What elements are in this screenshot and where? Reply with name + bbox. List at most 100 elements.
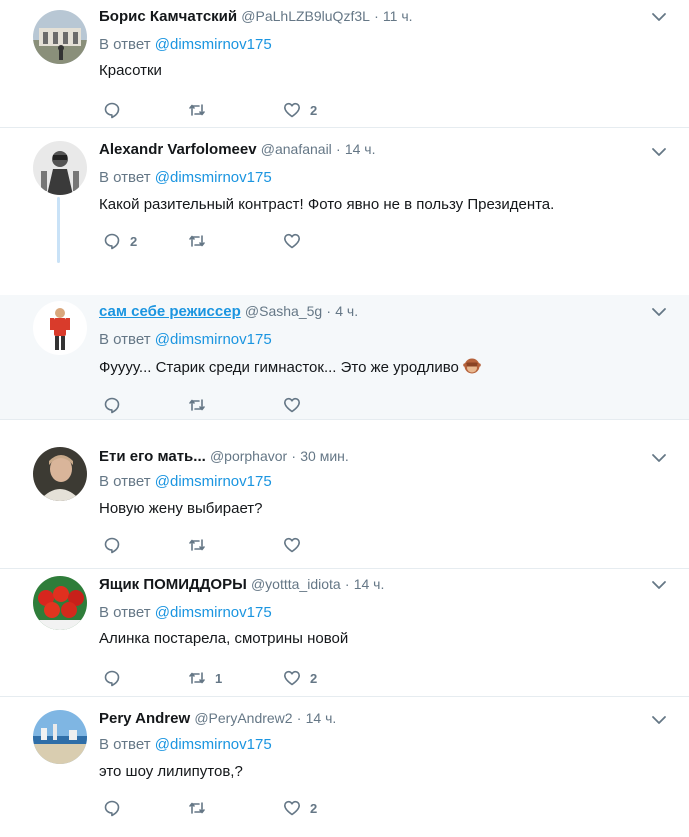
tweet-text: Какой разительный контраст! Фото явно не… <box>99 196 555 213</box>
separator: · <box>335 141 341 157</box>
reply-context: В ответ @dimsmirnov175 <box>99 473 272 490</box>
timestamp[interactable]: 14 ч. <box>306 710 337 726</box>
author-name[interactable]: Pery Andrew <box>99 710 190 727</box>
timestamp[interactable]: 11 ч. <box>383 8 413 24</box>
retweet-button[interactable] <box>188 395 215 415</box>
see-no-evil-monkey-icon <box>463 358 481 374</box>
chevron-down-icon[interactable] <box>650 713 668 727</box>
author-handle[interactable]: @PeryAndrew2 <box>194 710 292 726</box>
separator: · <box>291 448 297 464</box>
tweet-header: Ящик ПОМИДДОРЫ @yottta_idiota · 14 ч. <box>99 576 384 593</box>
reply-to-prefix: В ответ <box>99 736 155 753</box>
timestamp[interactable]: 30 мин. <box>300 448 349 464</box>
reply-button[interactable] <box>103 535 130 555</box>
author-handle[interactable]: @porphavor <box>210 448 287 464</box>
chevron-down-icon[interactable] <box>650 145 668 159</box>
retweet-button[interactable]: 1 <box>188 668 222 688</box>
reply-button[interactable] <box>103 100 130 120</box>
reply-button[interactable] <box>103 668 130 688</box>
like-button[interactable] <box>283 231 310 251</box>
tweet[interactable]: Alexandr Varfolomeev @anafanail · 14 ч. … <box>0 127 689 296</box>
avatar[interactable] <box>33 447 87 501</box>
reply-icon <box>104 670 120 687</box>
tweet-actions: 2 <box>103 798 403 818</box>
heart-icon <box>284 102 300 118</box>
tweet[interactable]: Борис Камчатский @PaLhLZB9luQzf3L · 11 ч… <box>0 0 689 128</box>
reply-to-prefix: В ответ <box>99 473 155 490</box>
timestamp[interactable]: 14 ч. <box>354 576 385 592</box>
author-handle[interactable]: @yottta_idiota <box>251 576 341 592</box>
reply-icon <box>104 397 120 414</box>
tweet-actions <box>103 395 403 415</box>
author-name[interactable]: Alexandr Varfolomeev <box>99 141 257 158</box>
author-name[interactable]: Ящик ПОМИДДОРЫ <box>99 576 247 593</box>
mention-link[interactable]: @dimsmirnov175 <box>155 36 272 53</box>
reply-context: В ответ @dimsmirnov175 <box>99 331 272 348</box>
retweet-button[interactable] <box>188 798 215 818</box>
chevron-down-icon[interactable] <box>650 305 668 319</box>
timestamp[interactable]: 4 ч. <box>335 303 358 319</box>
separator: · <box>344 576 350 592</box>
chevron-down-icon[interactable] <box>650 578 668 592</box>
like-button[interactable]: 2 <box>283 668 317 688</box>
reply-icon <box>104 800 120 817</box>
reply-context: В ответ @dimsmirnov175 <box>99 604 272 621</box>
reply-button[interactable] <box>103 798 130 818</box>
heart-icon <box>284 800 300 816</box>
separator: · <box>374 8 379 24</box>
retweet-button[interactable] <box>188 100 215 120</box>
retweet-count: 1 <box>215 670 223 686</box>
reply-to-prefix: В ответ <box>99 604 155 621</box>
avatar[interactable] <box>33 141 87 195</box>
reply-to-prefix: В ответ <box>99 331 155 348</box>
retweet-icon <box>189 672 205 684</box>
author-name[interactable]: сам себе режиссер <box>99 303 241 320</box>
like-button[interactable] <box>283 395 310 415</box>
tweet-header: Alexandr Varfolomeev @anafanail · 14 ч. <box>99 141 375 158</box>
avatar[interactable] <box>33 10 87 64</box>
author-name[interactable]: Ети его мать... <box>99 448 206 465</box>
mention-link[interactable]: @dimsmirnov175 <box>155 169 272 186</box>
like-button[interactable]: 2 <box>283 798 317 818</box>
reply-button[interactable]: 2 <box>103 231 137 251</box>
timestamp[interactable]: 14 ч. <box>345 141 376 157</box>
chevron-down-icon[interactable] <box>650 10 668 24</box>
reply-to-prefix: В ответ <box>99 36 155 53</box>
tweet-header: Pery Andrew @PeryAndrew2 · 14 ч. <box>99 710 336 727</box>
heart-icon <box>284 670 300 686</box>
retweet-button[interactable] <box>188 231 215 251</box>
author-handle[interactable]: @anafanail <box>261 141 332 157</box>
like-count: 2 <box>310 670 318 686</box>
tweet[interactable]: сам себе режиссер @Sasha_5g · 4 ч. В отв… <box>0 295 689 420</box>
tweet[interactable]: Pery Andrew @PeryAndrew2 · 14 ч. В ответ… <box>0 696 689 837</box>
separator: · <box>326 303 332 319</box>
tweet-actions: 1 2 <box>103 668 403 688</box>
like-button[interactable]: 2 <box>283 100 317 120</box>
retweet-icon <box>189 399 205 411</box>
replies-feed: Борис Камчатский @PaLhLZB9luQzf3L · 11 ч… <box>0 0 689 837</box>
reply-button[interactable] <box>103 395 130 415</box>
author-name[interactable]: Борис Камчатский <box>99 8 237 25</box>
mention-link[interactable]: @dimsmirnov175 <box>155 604 272 621</box>
reply-context: В ответ @dimsmirnov175 <box>99 36 272 53</box>
mention-link[interactable]: @dimsmirnov175 <box>155 736 272 753</box>
author-handle[interactable]: @Sasha_5g <box>245 303 322 319</box>
like-count: 2 <box>310 102 318 118</box>
chevron-down-icon[interactable] <box>650 451 668 465</box>
reply-count: 2 <box>130 233 138 249</box>
like-button[interactable] <box>283 535 310 555</box>
avatar[interactable] <box>33 710 87 764</box>
avatar[interactable] <box>33 301 87 355</box>
mention-link[interactable]: @dimsmirnov175 <box>155 473 272 490</box>
retweet-button[interactable] <box>188 535 215 555</box>
tweet-text-content: Фуууу... Старик среди гимнасток... Это ж… <box>99 359 459 376</box>
tweet[interactable]: Ящик ПОМИДДОРЫ @yottta_idiota · 14 ч. В … <box>0 568 689 697</box>
heart-icon <box>284 397 300 413</box>
tweet-actions: 2 <box>103 100 403 120</box>
tweet-text: это шоу лилипутов,? <box>99 763 243 780</box>
author-handle[interactable]: @PaLhLZB9luQzf3L <box>241 8 370 24</box>
tweet[interactable]: Ети его мать... @porphavor · 30 мин. В о… <box>0 419 689 569</box>
mention-link[interactable]: @dimsmirnov175 <box>155 331 272 348</box>
tweet-text: Новую жену выбирает? <box>99 500 263 517</box>
avatar[interactable] <box>33 576 87 630</box>
